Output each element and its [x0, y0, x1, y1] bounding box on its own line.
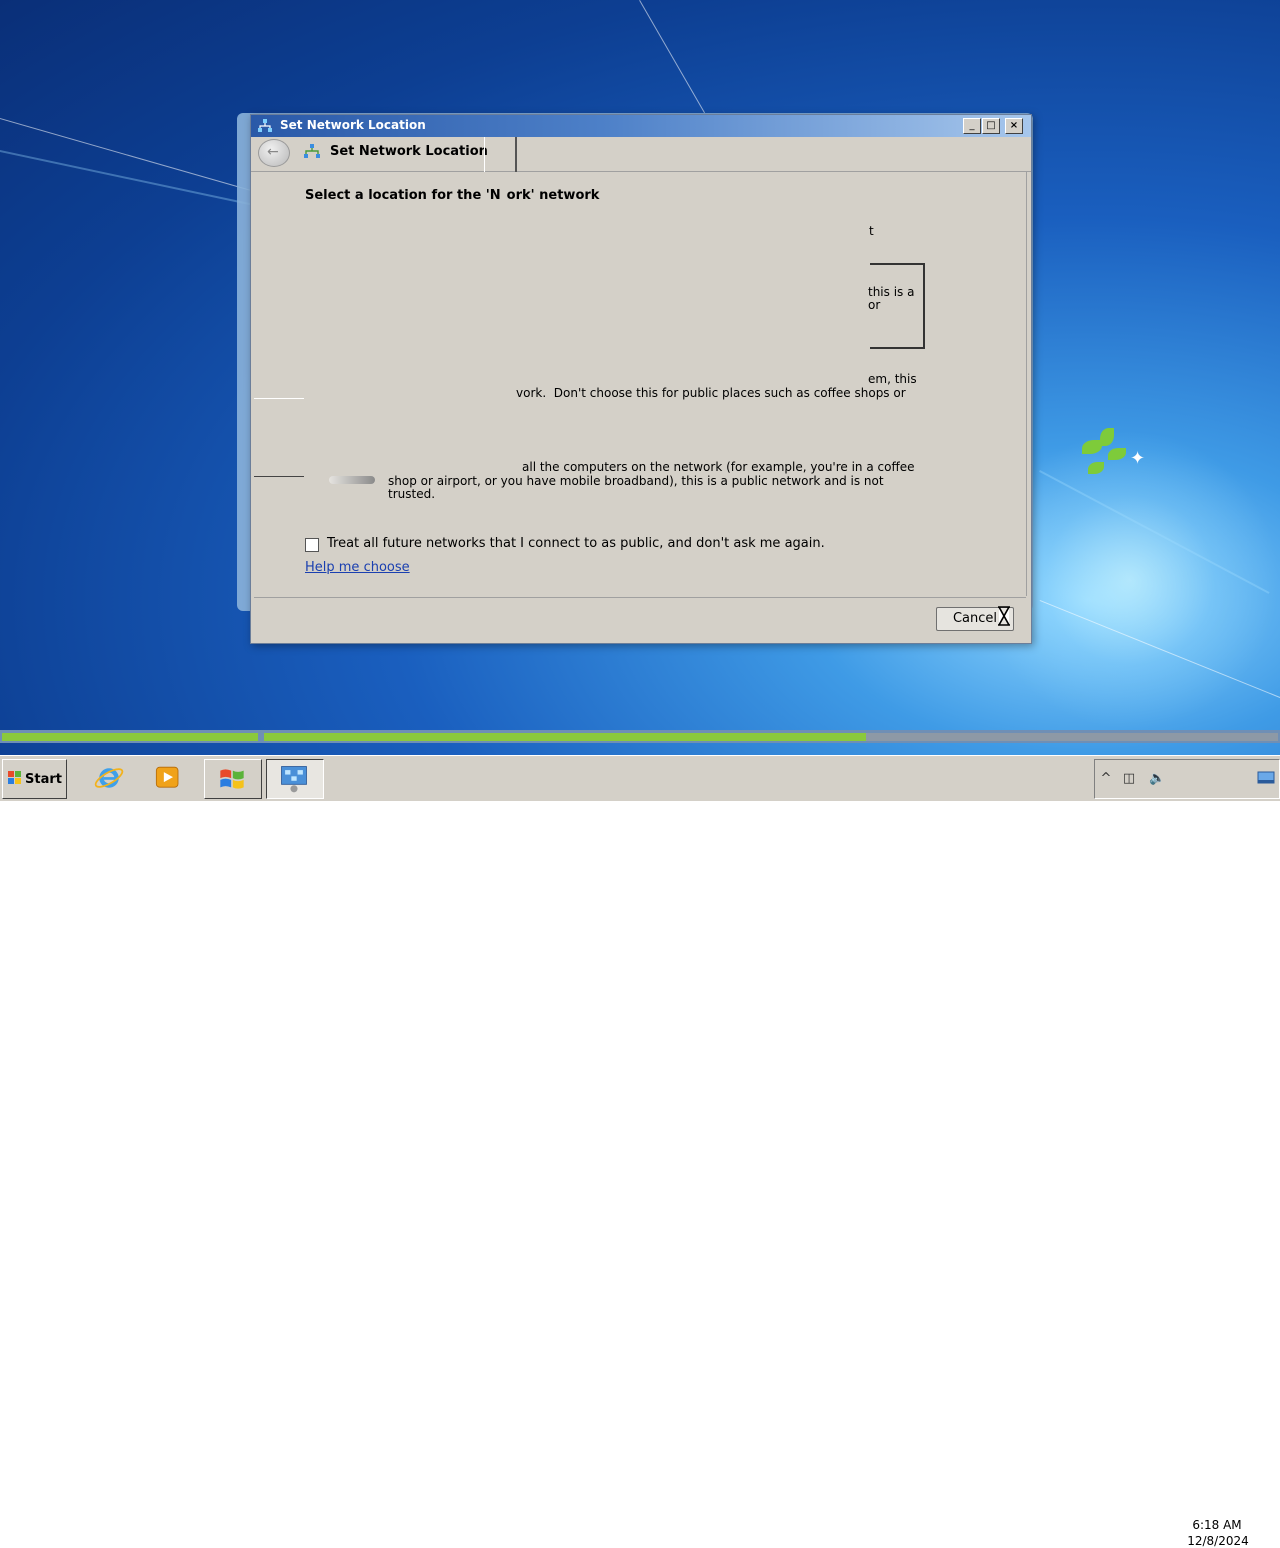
heading-start: Select a location for the 'N	[305, 188, 501, 203]
show-desktop-icon[interactable]	[1257, 771, 1275, 787]
clock-time[interactable]: 6:18 AM	[1190, 1518, 1244, 1532]
render-artifact	[254, 398, 304, 399]
dialog-footer: Cancel	[254, 597, 1026, 642]
tray-expand-icon[interactable]: ^	[1098, 771, 1114, 787]
text-fragment: or	[868, 298, 881, 312]
text-fragment: em, this	[868, 372, 917, 386]
text-fragment: t	[869, 224, 874, 238]
page-title: Set Network Location	[330, 144, 488, 159]
network-status-icon[interactable]: ◫	[1121, 771, 1137, 787]
maximize-button[interactable]: □	[982, 118, 1000, 134]
system-tray: ^ ◫ 🔈	[1094, 759, 1280, 799]
back-button[interactable]: ←	[258, 139, 290, 167]
progress-remaining	[866, 733, 1278, 741]
windows-logo-icon	[8, 771, 21, 784]
taskbar-windows-explorer[interactable]	[204, 759, 262, 799]
network-control-panel-icon	[281, 766, 307, 793]
windows-flag-icon	[220, 769, 244, 789]
text-fragment: this is a	[868, 285, 915, 299]
heading-end: ork' network	[506, 188, 600, 203]
start-label: Start	[25, 772, 62, 787]
taskbar-internet-explorer[interactable]	[82, 759, 138, 797]
taskbar: Start ^ ◫ 🔈 6:18 AM 12/8/2024	[0, 755, 1280, 1548]
navigation-bar: ← Set Network Location	[251, 137, 1031, 172]
render-artifact	[254, 476, 304, 477]
wallpaper-streak	[0, 118, 250, 191]
public-network-icon	[329, 476, 375, 484]
location-heading: Select a location for the 'N ork' network	[305, 188, 599, 203]
treat-public-label[interactable]: Treat all future networks that I connect…	[327, 536, 825, 551]
network-icon	[258, 119, 272, 132]
internet-explorer-icon	[94, 768, 124, 788]
media-player-icon	[155, 766, 179, 788]
taskbar-network-control-panel[interactable]	[266, 759, 324, 799]
progress-segment	[2, 733, 258, 741]
taskbar-media-player[interactable]	[142, 759, 198, 797]
progress-segment	[264, 733, 866, 741]
public-network-description: shop or airport, or you have mobile broa…	[388, 474, 884, 488]
set-network-location-window: Set Network Location _ □ × ← Set Network…	[250, 114, 1032, 644]
wallpaper-streak	[0, 150, 255, 207]
bird-icon: ✦	[1130, 448, 1146, 469]
network-icon	[304, 144, 320, 158]
treat-public-checkbox[interactable]	[305, 538, 319, 552]
wallpaper-streak	[639, 0, 705, 114]
back-arrow-icon: ←	[267, 144, 279, 160]
window-title: Set Network Location	[280, 118, 426, 132]
volume-icon[interactable]: 🔈	[1149, 771, 1165, 787]
public-network-description: trusted.	[388, 487, 436, 501]
content-area: Select a location for the 'N ork' network…	[254, 172, 1027, 596]
help-me-choose-link[interactable]: Help me choose	[305, 560, 410, 575]
start-button[interactable]: Start	[2, 759, 67, 799]
minimize-button[interactable]: _	[963, 118, 981, 134]
window-titlebar[interactable]: Set Network Location _ □ ×	[251, 115, 1031, 137]
text-fragment: vork. Don't choose this for public place…	[516, 386, 906, 400]
close-button[interactable]: ×	[1005, 118, 1023, 134]
hourglass-cursor-icon	[998, 606, 1010, 626]
public-network-description: all the computers on the network (for ex…	[522, 460, 915, 474]
clock-date[interactable]: 12/8/2024	[1184, 1534, 1252, 1548]
